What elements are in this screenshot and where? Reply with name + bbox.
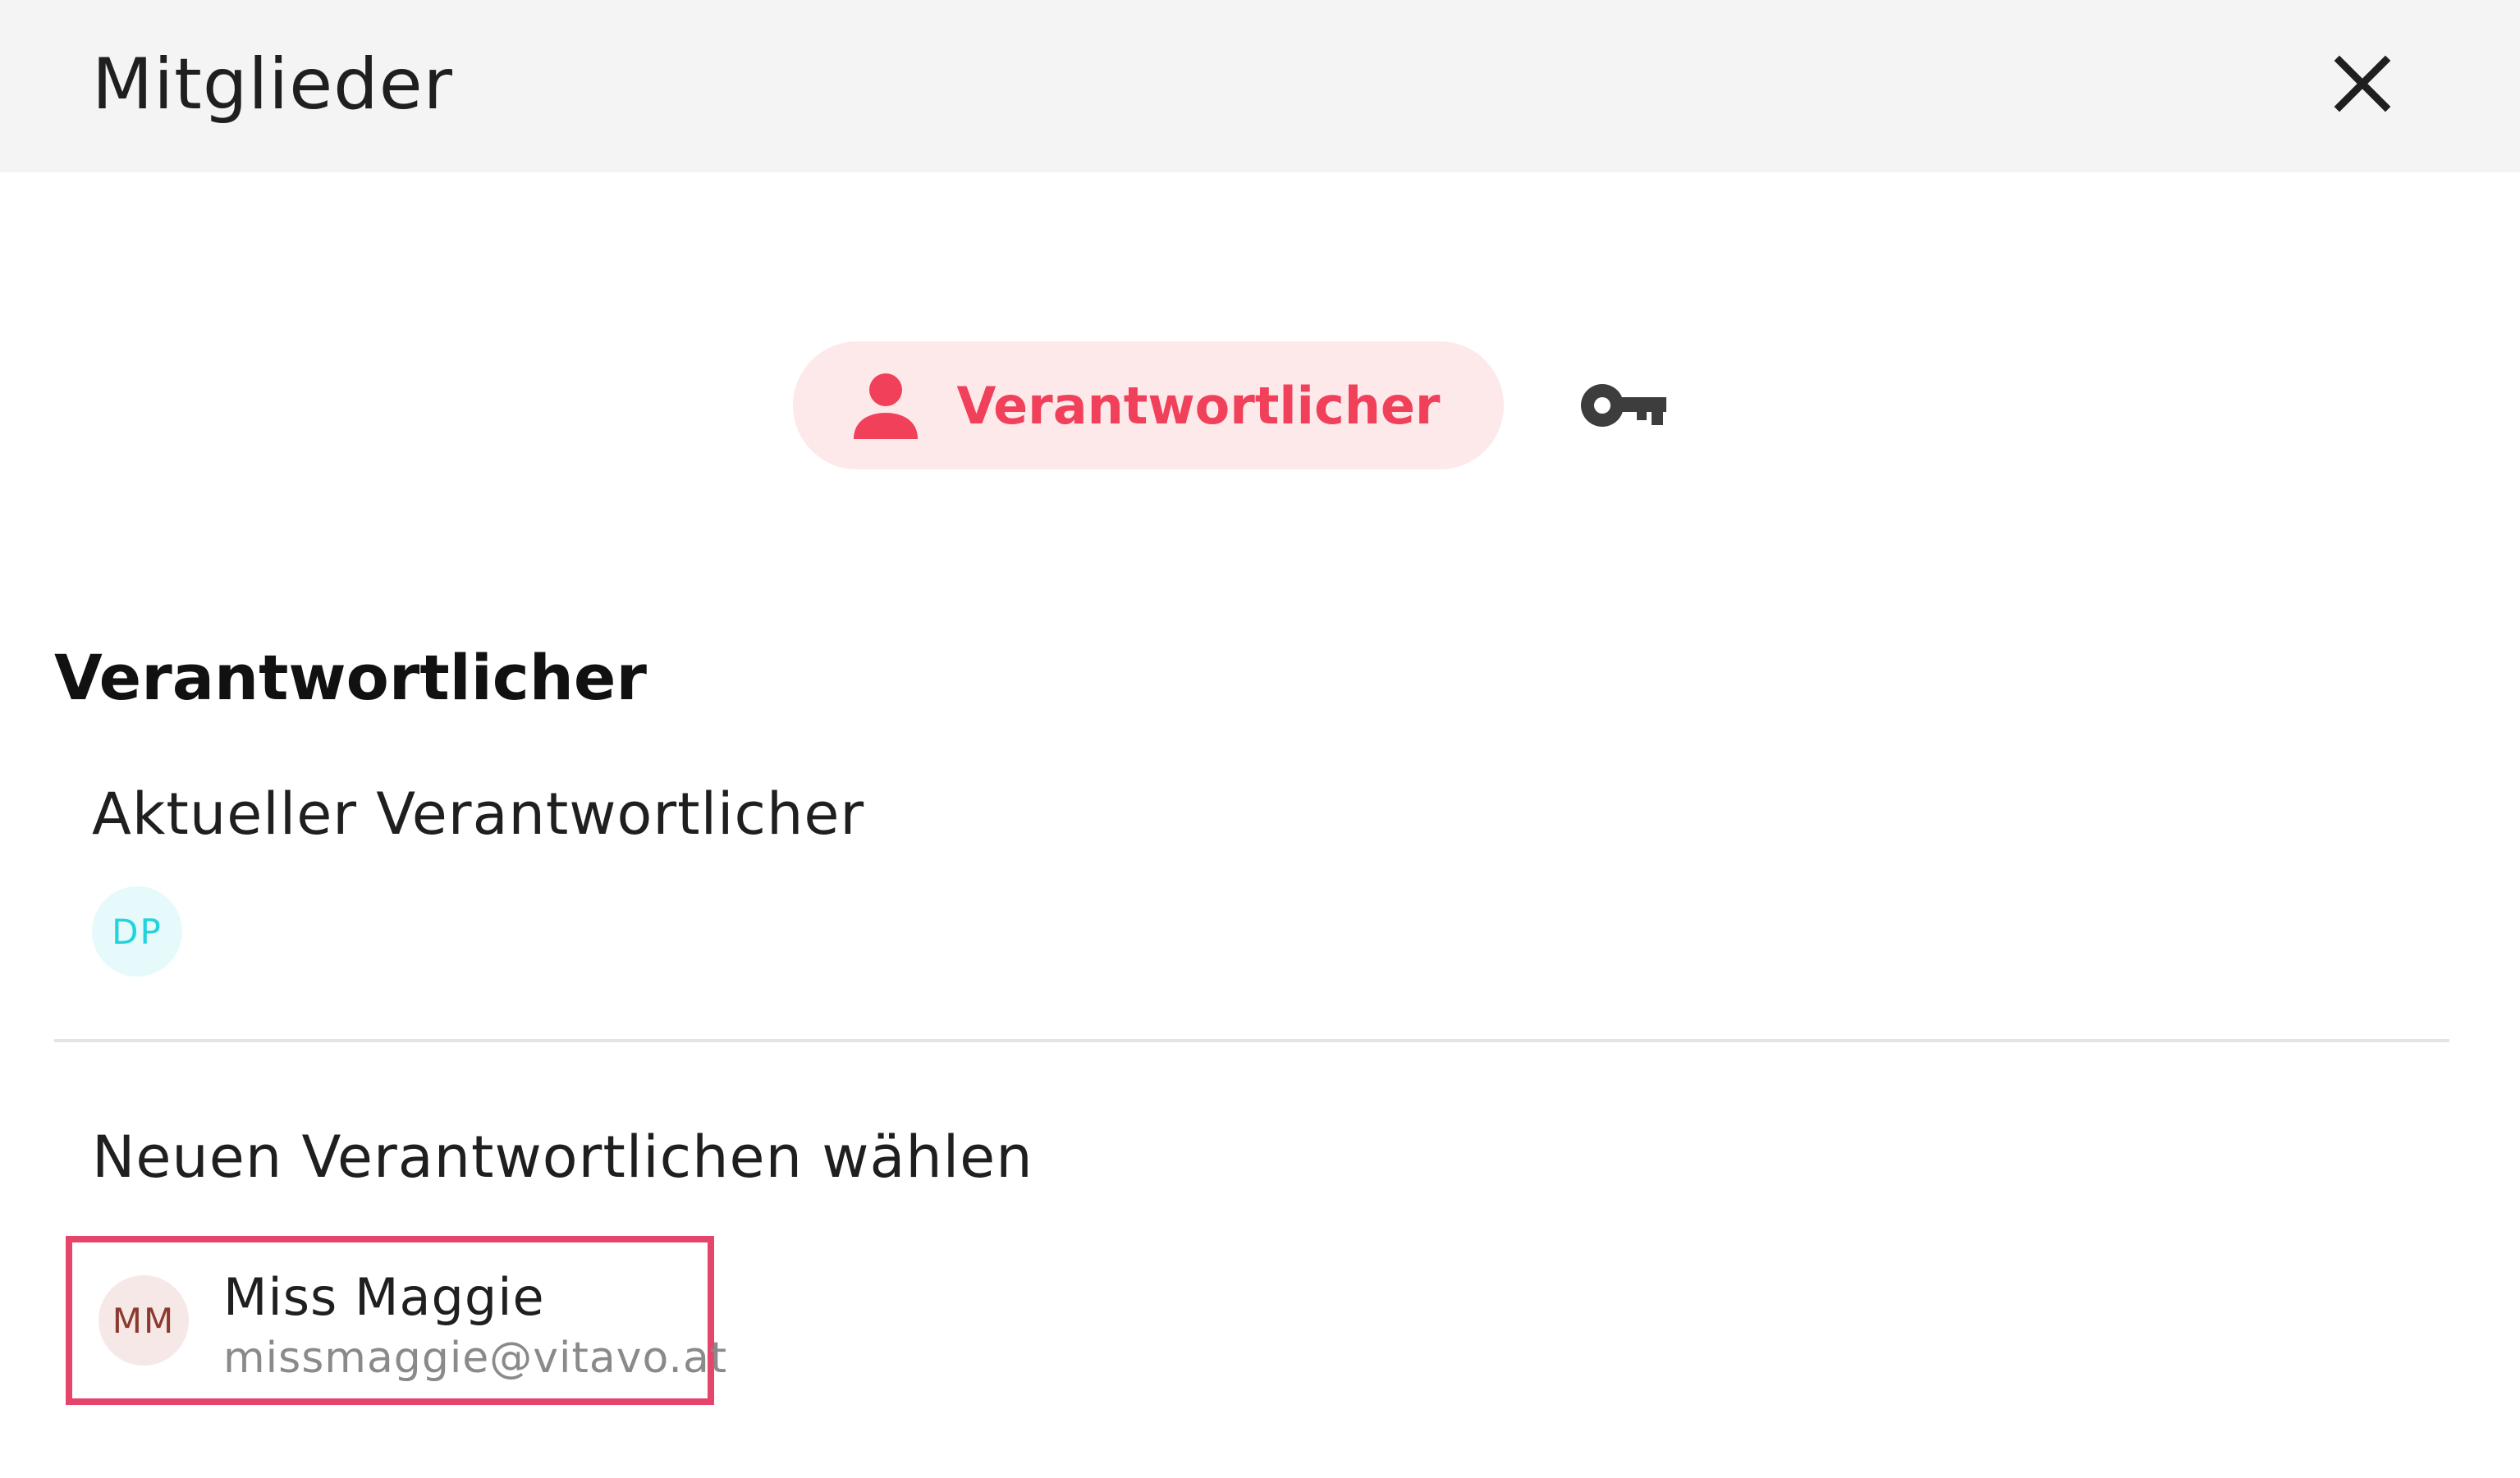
avatar: MM (99, 1275, 189, 1366)
divider (54, 1039, 2449, 1042)
choose-owner-label: Neuen Verantwortlichen wählen (92, 1123, 1033, 1191)
candidate-name: Miss Maggie (223, 1267, 545, 1327)
close-icon (2334, 55, 2391, 112)
tab-label: Verantwortlicher (956, 375, 1441, 436)
current-owner-label: Aktueller Verantwortlicher (92, 780, 865, 848)
members-dialog: Mitglieder Verantwortlicher Verantwortli… (0, 0, 2520, 1478)
candidate-email: missmaggie@vitavo.at (223, 1334, 728, 1383)
dialog-title: Mitglieder (92, 43, 453, 126)
section-heading: Verantwortlicher (54, 641, 647, 714)
tab-verantwortlicher[interactable]: Verantwortlicher (793, 341, 1504, 469)
key-icon (1581, 384, 1666, 427)
person-icon (850, 370, 921, 441)
current-owner-avatar: DP (92, 886, 182, 977)
role-tabs: Verantwortlicher (793, 341, 1673, 469)
candidate-item[interactable]: MM Miss Maggie missmaggie@vitavo.at (66, 1236, 726, 1405)
dialog-header: Mitglieder (0, 0, 2520, 172)
tab-permissions[interactable] (1574, 356, 1673, 455)
close-button[interactable] (2320, 41, 2405, 126)
